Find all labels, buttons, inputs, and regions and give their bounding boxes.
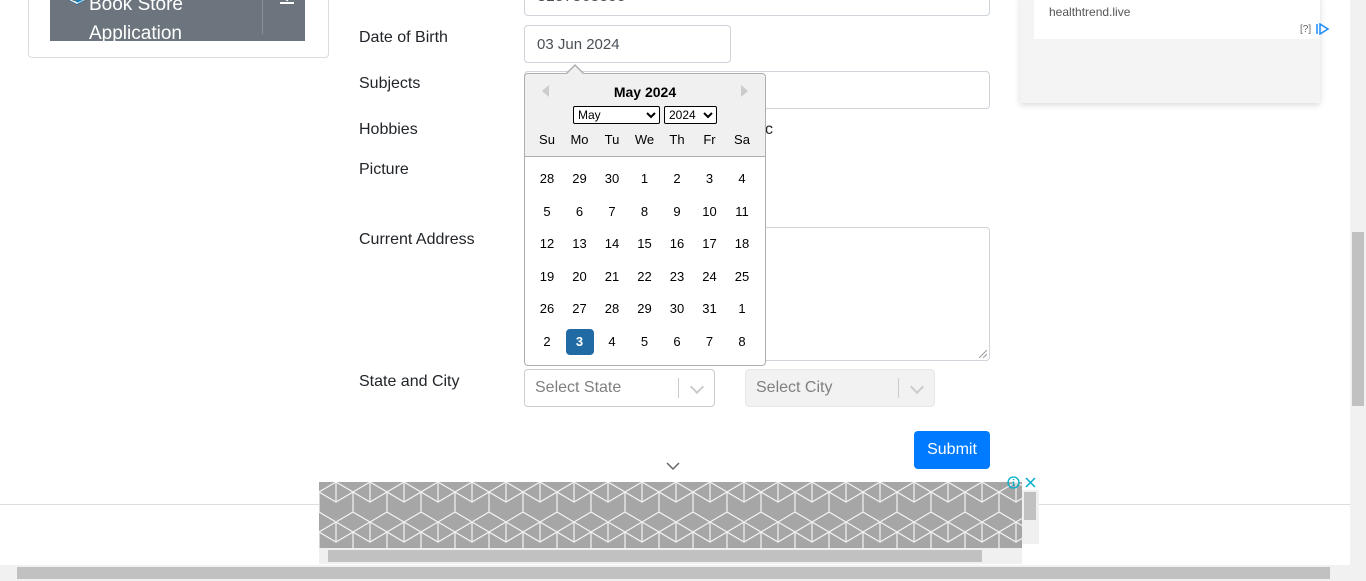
calendar-day[interactable]: 15 [631,231,659,257]
calendar-day[interactable]: 12 [533,231,561,257]
datepicker-month-title: May 2024 [613,84,677,100]
calendar-day[interactable]: 10 [696,199,724,225]
calendar-day[interactable]: 4 [598,329,626,355]
calendar-day[interactable]: 23 [663,264,691,290]
month-select[interactable]: May [573,106,660,124]
calendar-day[interactable]: 6 [566,199,594,225]
ad-image [319,482,1022,550]
state-city-label: State and City [359,373,460,390]
calendar-day[interactable]: 28 [533,166,561,192]
calendar-day[interactable]: 25 [728,264,756,290]
ad-horizontal-scrollbar[interactable] [319,548,1022,564]
next-month-icon[interactable] [741,85,748,97]
state-separator [678,378,679,398]
calendar-day[interactable]: 7 [598,199,626,225]
datepicker-caret-inner [567,66,583,74]
calendar-day[interactable]: 6 [663,329,691,355]
calendar-day[interactable]: 24 [696,264,724,290]
calendar-day[interactable]: 29 [631,296,659,322]
submit-button[interactable]: Submit [914,431,990,469]
calendar-day[interactable]: 18 [728,231,756,257]
resize-handle-icon[interactable] [979,350,987,358]
calendar-day[interactable]: 9 [663,199,691,225]
weekday-header: Th [669,132,685,147]
sidebar-item-book-store[interactable]: 📚 Book Store Application [50,0,305,44]
weekday-header: We [634,132,655,147]
mobile-input[interactable]: 3187568899 [524,0,990,16]
calendar-day[interactable]: 13 [566,231,594,257]
weekday-header: Tu [604,132,620,147]
ad-domain[interactable]: healthtrend.live [1049,5,1130,19]
ad-horizontal-scroll-thumb[interactable] [328,550,982,562]
ad-banner-bottom[interactable] [319,474,1039,564]
calendar-day[interactable]: 28 [598,296,626,322]
chevron-down-icon[interactable] [909,379,925,395]
ad-text-area: healthtrend.live [1034,0,1320,39]
city-select[interactable]: Select City [745,369,935,407]
calendar-day[interactable]: 27 [566,296,594,322]
calendar-day[interactable]: 1 [728,296,756,322]
picture-label: Picture [359,161,409,178]
selected-day[interactable]: 3 [565,329,594,355]
subjects-label: Subjects [359,75,421,92]
hobby-music-label-partial[interactable]: c [765,121,773,139]
calendar-day[interactable]: 26 [533,296,561,322]
dob-input[interactable]: 03 Jun 2024 [524,25,731,63]
weekday-header: Fr [703,132,716,147]
calendar-day[interactable]: 2 [663,166,691,192]
calendar-day[interactable]: 3 [696,166,724,192]
calendar-day[interactable]: 21 [598,264,626,290]
state-select[interactable]: Select State [524,369,715,407]
dob-label: Date of Birth [359,29,448,46]
ad-banner-top[interactable]: healthtrend.live [?] [1020,0,1330,103]
ad-vertical-scroll-thumb[interactable] [1024,492,1036,520]
book-icon: 📚 [66,0,87,6]
close-icon[interactable] [1025,477,1036,488]
calendar-day[interactable]: 22 [631,264,659,290]
calendar-day[interactable]: 14 [598,231,626,257]
weekday-header: Su [539,132,555,147]
ad-info-label[interactable]: [?] [1300,24,1311,35]
page-horizontal-scroll-thumb[interactable] [17,567,1330,579]
calendar-day[interactable]: 31 [696,296,724,322]
hobbies-label: Hobbies [359,121,418,138]
download-icon[interactable] [278,0,296,6]
state-placeholder: Select State [535,379,622,396]
address-label: Current Address [359,231,475,248]
calendar-day[interactable]: 17 [696,231,724,257]
datepicker: May 2024 May 2024 Su Mo Tu We Th Fr Sa 28 29 30 1… [524,73,766,366]
calendar-day[interactable]: 5 [631,329,659,355]
sidebar-item-label: Book Store Application [89,0,183,44]
calendar-day[interactable]: 30 [663,296,691,322]
calendar-day[interactable]: 19 [533,264,561,290]
chevron-down-icon[interactable] [666,462,680,471]
divider [262,0,263,34]
dob-value: 03 Jun 2024 [537,36,620,53]
calendar-day[interactable]: 2 [533,329,561,355]
ad-vertical-scrollbar[interactable] [1022,490,1039,544]
weekday-header: Sa [734,132,750,147]
calendar-day[interactable]: 5 [533,199,561,225]
calendar-day[interactable]: 11 [728,199,756,225]
calendar-day[interactable]: 8 [728,329,756,355]
calendar-day[interactable]: 1 [631,166,659,192]
weekday-header: Mo [570,132,589,147]
chevron-down-icon[interactable] [689,379,705,395]
city-placeholder: Select City [756,379,833,396]
calendar-day[interactable]: 7 [696,329,724,355]
page-vertical-scroll-thumb[interactable] [1352,232,1364,406]
datepicker-header: May 2024 May 2024 Su Mo Tu We Th Fr Sa [525,74,765,157]
calendar-day[interactable]: 20 [566,264,594,290]
calendar-day[interactable]: 4 [728,166,756,192]
city-separator [898,378,899,398]
calendar-day[interactable]: 16 [663,231,691,257]
mobile-value: 3187568899 [537,0,626,6]
calendar-day[interactable]: 8 [631,199,659,225]
calendar-day[interactable]: 29 [566,166,594,192]
year-select[interactable]: 2024 [664,106,717,124]
adchoices-icon[interactable] [1316,23,1330,35]
calendar-day[interactable]: 30 [598,166,626,192]
ad-info-icon[interactable] [1007,476,1020,489]
